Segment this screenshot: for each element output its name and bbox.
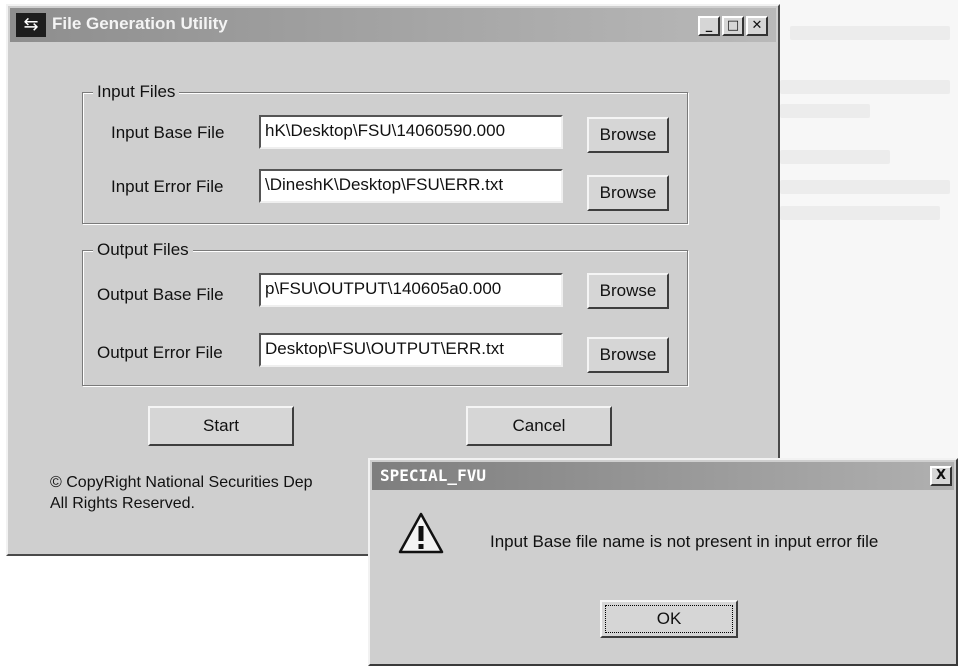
minimize-button[interactable]: _ [698,16,720,36]
background-text-line [780,104,870,118]
output-base-file-field[interactable]: p\FSU\OUTPUT\140605a0.000 [259,273,563,307]
ok-button[interactable]: OK [600,600,738,638]
background-text-line [780,206,940,220]
output-error-file-field[interactable]: Desktop\FSU\OUTPUT\ERR.txt [259,333,563,367]
warning-icon [398,512,444,554]
output-base-browse-button[interactable]: Browse [587,273,669,309]
input-error-file-label: Input Error File [111,177,224,196]
background-text-line [780,150,890,164]
title-bar[interactable]: ⇆ File Generation Utility _ □ ✕ [10,8,776,42]
background-text-line [780,80,950,94]
input-error-file-field[interactable]: \DineshK\Desktop\FSU\ERR.txt [259,169,563,203]
dialog-title: SPECIAL_FVU [380,466,486,485]
input-base-browse-button[interactable]: Browse [587,117,669,153]
input-files-legend: Input Files [93,82,180,102]
input-error-browse-button[interactable]: Browse [587,175,669,211]
dialog-message: Input Base file name is not present in i… [490,532,879,551]
input-base-file-label: Input Base File [111,123,225,142]
output-files-group: Output Files Output Base File p\FSU\OUTP… [82,240,688,386]
app-icon: ⇆ [16,13,46,37]
output-error-file-label: Output Error File [97,343,223,362]
maximize-button[interactable]: □ [722,16,744,36]
copyright-line-2: All Rights Reserved. [50,495,195,512]
copyright-line-1: © CopyRight National Securities Dep [50,474,313,491]
copyright-text: © CopyRight National Securities Dep All … [50,472,313,514]
output-error-browse-button[interactable]: Browse [587,337,669,373]
start-button[interactable]: Start [148,406,294,446]
background-text-line [780,180,950,194]
input-base-file-field[interactable]: hK\Desktop\FSU\14060590.000 [259,115,563,149]
dialog-close-button[interactable]: X [930,466,952,486]
background-text-line [790,26,950,40]
window-title: File Generation Utility [52,14,228,33]
close-button[interactable]: ✕ [746,16,768,36]
output-base-file-label: Output Base File [97,285,224,304]
message-dialog: SPECIAL_FVU X Input Base file name is no… [368,458,958,666]
cancel-button[interactable]: Cancel [466,406,612,446]
input-files-group: Input Files Input Base File hK\Desktop\F… [82,82,688,224]
output-files-legend: Output Files [93,240,193,260]
dialog-title-bar[interactable]: SPECIAL_FVU X [372,462,954,490]
